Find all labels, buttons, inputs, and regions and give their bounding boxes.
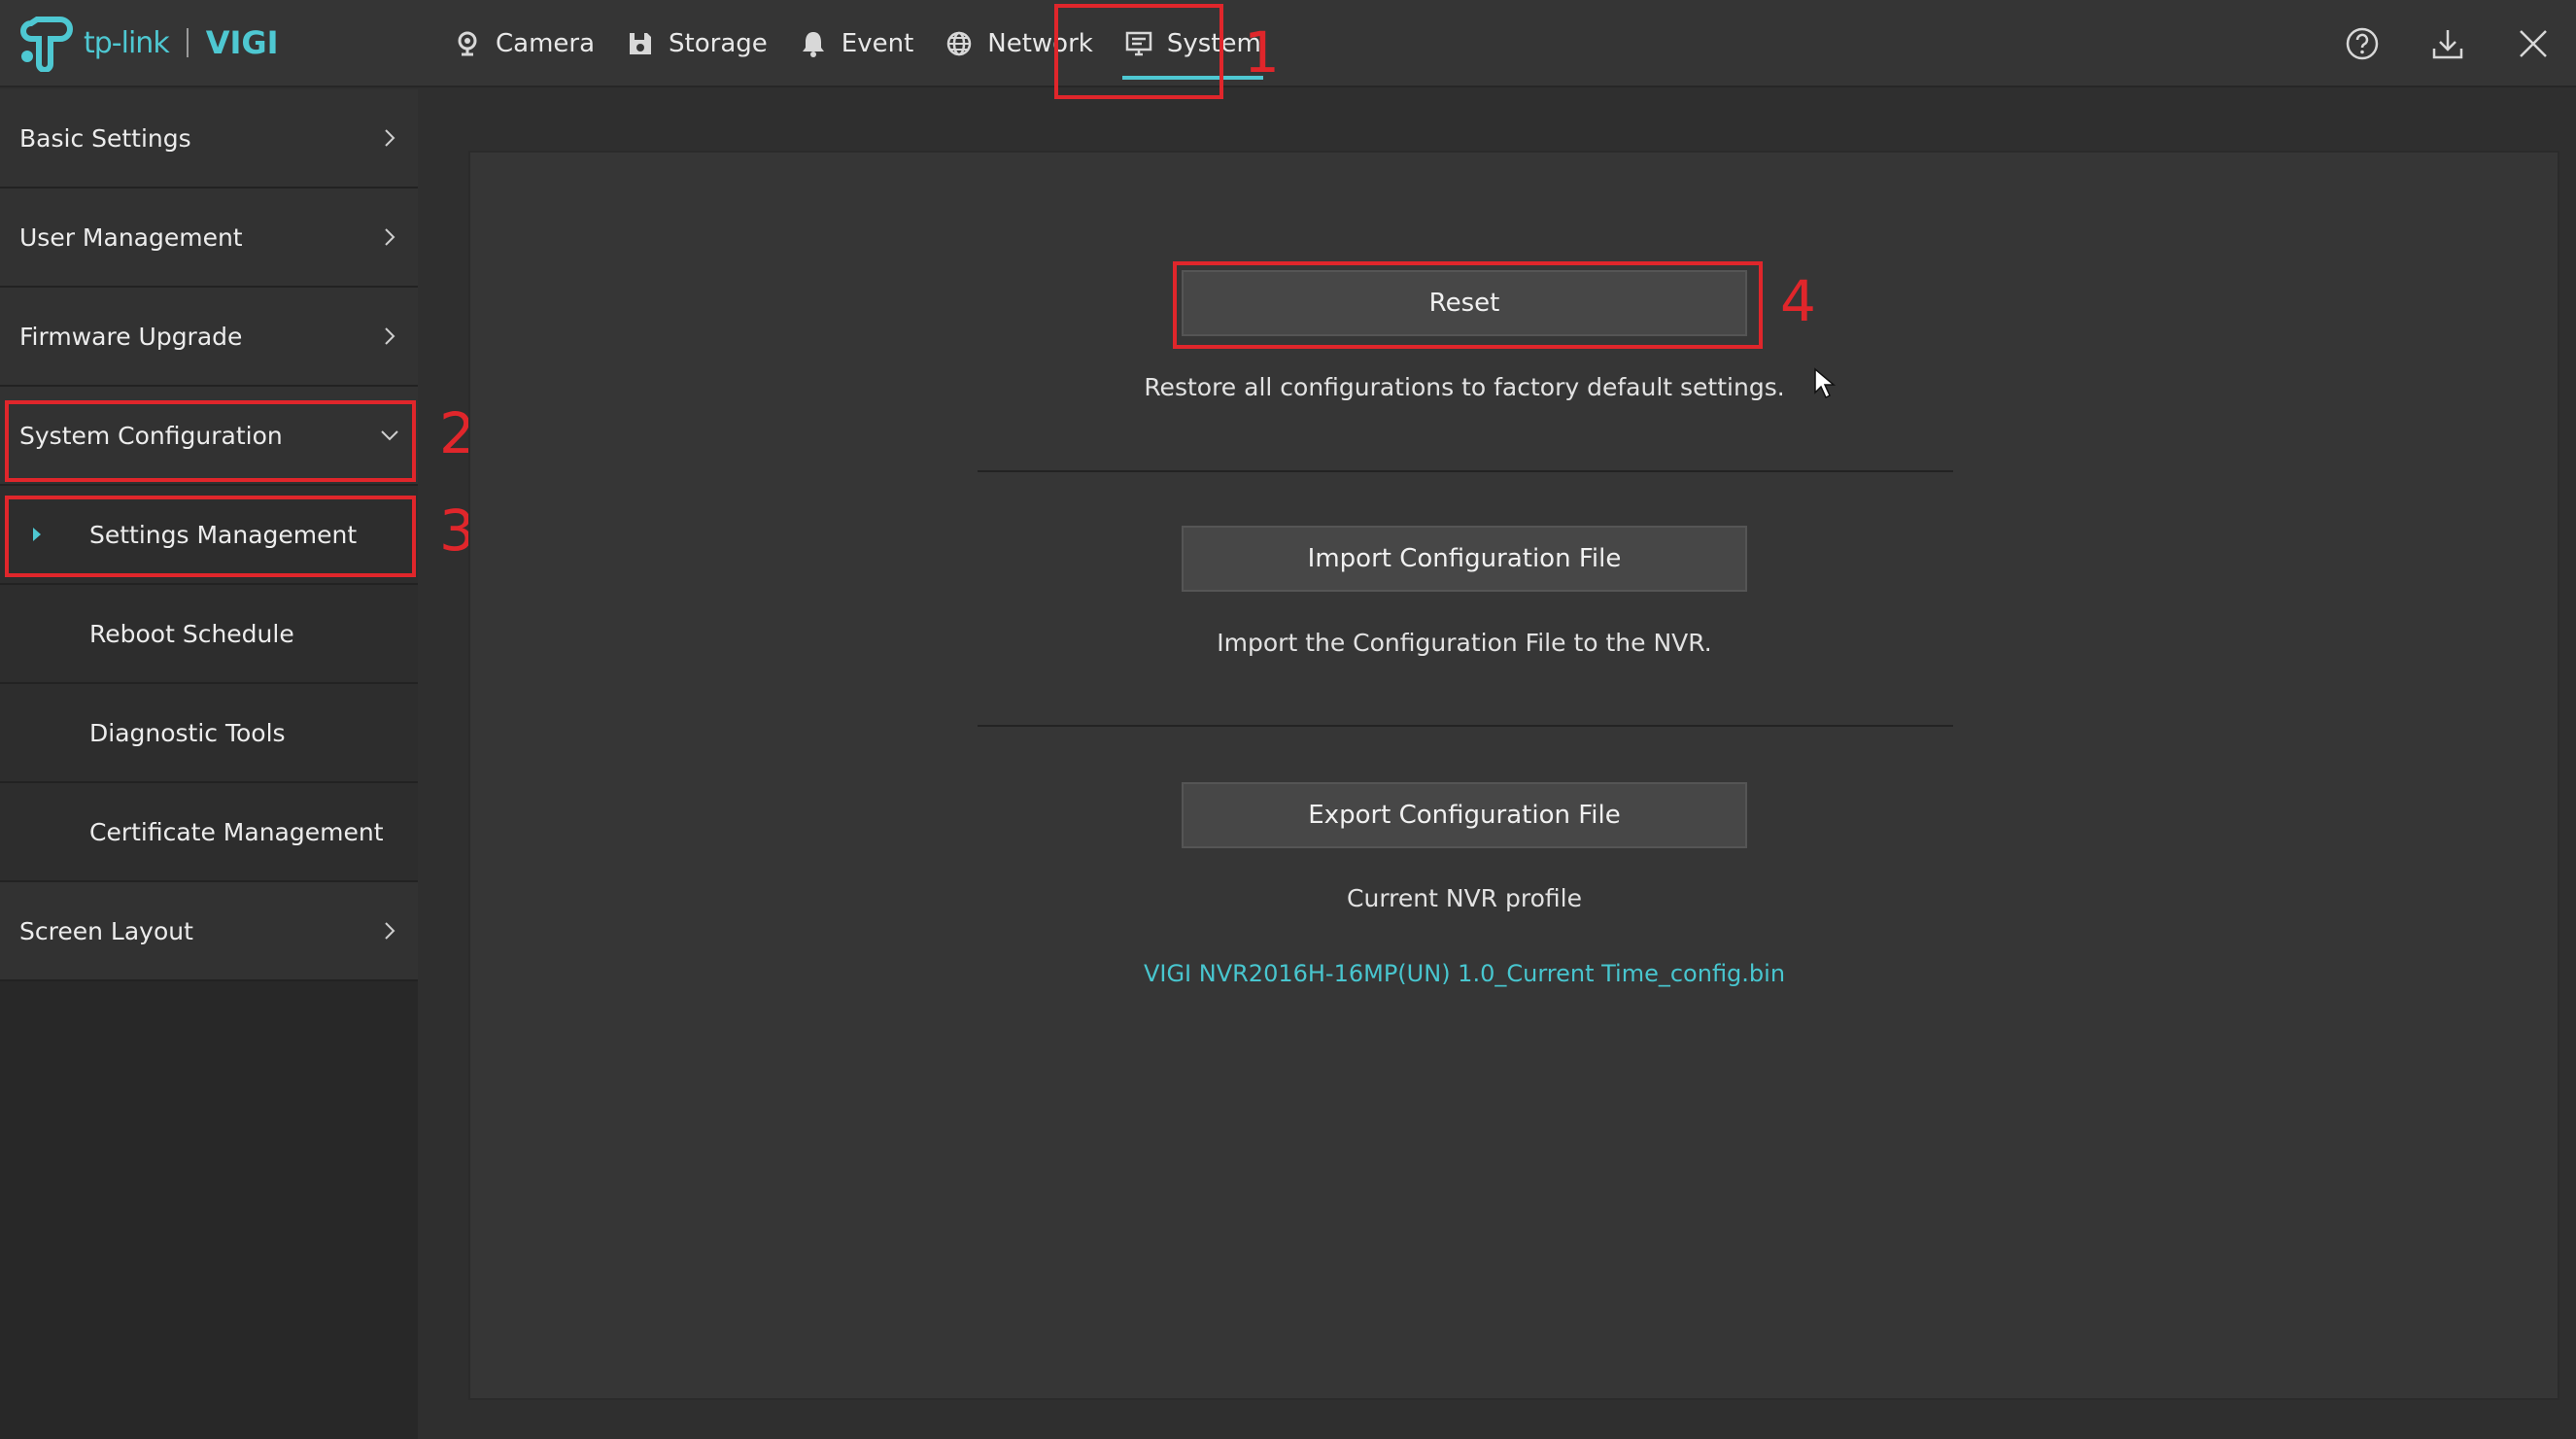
tp-link-vigi-logo: tp-link VIGI <box>17 14 279 72</box>
mouse-cursor-icon <box>1814 367 1837 399</box>
export-configuration-button[interactable]: Export Configuration File <box>1182 782 1747 848</box>
sidebar-item-label: Firmware Upgrade <box>19 322 243 351</box>
chevron-right-icon <box>385 228 395 246</box>
annotation-number-4: 4 <box>1780 268 1816 334</box>
annotation-number-1: 1 <box>1244 19 1280 86</box>
logo-separator <box>186 28 189 57</box>
sidebar-item-user-management[interactable]: User Management <box>0 188 418 288</box>
reset-description: Restore all configurations to factory de… <box>1144 373 1785 401</box>
sidebar-subitem-label: Reboot Schedule <box>89 619 294 648</box>
divider <box>978 470 1953 472</box>
nav-storage-label: Storage <box>669 29 768 58</box>
tp-link-logo-icon <box>20 17 73 72</box>
sidebar-subitem-label: Diagnostic Tools <box>89 718 286 747</box>
download-icon <box>2432 30 2463 59</box>
chevron-right-icon <box>385 129 395 147</box>
nav-event[interactable]: Event <box>783 0 929 87</box>
import-description: Import the Configuration File to the NVR… <box>1217 629 1712 657</box>
chevron-right-icon <box>385 327 395 345</box>
nav-camera-label: Camera <box>496 29 596 58</box>
sidebar-subitem-label: Certificate Management <box>89 817 384 846</box>
tp-link-wordmark: tp-link <box>84 25 170 60</box>
sidebar: Basic Settings User Management Firmware … <box>0 89 418 1439</box>
top-bar: tp-link VIGI Camera Storage Event Networ… <box>0 0 2576 87</box>
annotation-box-4 <box>1173 261 1763 349</box>
sidebar-item-label: User Management <box>19 223 243 252</box>
sidebar-item-label: Basic Settings <box>19 123 191 153</box>
annotation-box-2 <box>5 400 416 482</box>
camera-icon <box>458 31 477 56</box>
divider <box>978 725 1953 727</box>
bell-icon <box>802 32 824 57</box>
sidebar-subitem-diagnostic-tools[interactable]: Diagnostic Tools <box>0 684 418 783</box>
annotation-box-1 <box>1054 4 1223 99</box>
help-icon <box>2346 27 2379 60</box>
help-button[interactable] <box>2319 0 2405 87</box>
sidebar-item-basic-settings[interactable]: Basic Settings <box>0 89 418 188</box>
sidebar-item-label: Screen Layout <box>19 916 193 945</box>
download-button[interactable] <box>2405 0 2490 87</box>
close-icon <box>2520 30 2547 57</box>
top-right-icons <box>2319 0 2576 87</box>
import-configuration-button[interactable]: Import Configuration File <box>1182 526 1747 592</box>
profile-file-link[interactable]: VIGI NVR2016H-16MP(UN) 1.0_Current Time_… <box>1027 960 1902 987</box>
chevron-right-icon <box>385 922 395 940</box>
nav-camera[interactable]: Camera <box>437 0 610 87</box>
sidebar-subitem-certificate-management[interactable]: Certificate Management <box>0 783 418 882</box>
storage-icon <box>630 33 652 54</box>
nav-storage[interactable]: Storage <box>610 0 783 87</box>
sidebar-item-screen-layout[interactable]: Screen Layout <box>0 882 418 981</box>
annotation-box-3 <box>5 496 416 577</box>
export-description: Current NVR profile <box>1347 884 1582 912</box>
vigi-wordmark: VIGI <box>205 24 279 61</box>
globe-icon <box>947 31 972 56</box>
nav-event-label: Event <box>841 29 914 58</box>
sidebar-subitem-reboot-schedule[interactable]: Reboot Schedule <box>0 585 418 684</box>
close-button[interactable] <box>2490 0 2576 87</box>
sidebar-item-firmware-upgrade[interactable]: Firmware Upgrade <box>0 288 418 387</box>
